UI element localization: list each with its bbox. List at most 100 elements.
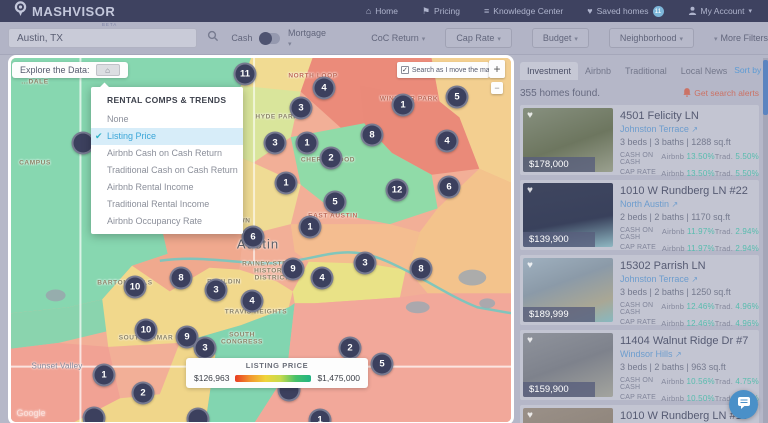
account-icon xyxy=(688,6,697,17)
dropdown-item-airbnb-rental-income[interactable]: Airbnb Rental Income xyxy=(91,179,243,196)
map-cluster-marker[interactable]: 1 xyxy=(275,172,298,195)
filter-label: More Filters xyxy=(720,33,768,43)
map-panel[interactable]: ...DALENORTH LOOPWINDSOR PARKHYDE PARKCA… xyxy=(8,55,514,423)
neighborhood-link[interactable]: Johnston Terrace ↗ xyxy=(620,274,759,284)
map-cluster-marker[interactable]: 2 xyxy=(320,147,343,170)
filter-neighborhood[interactable]: Neighborhood▾ xyxy=(609,28,694,48)
dropdown-item-none[interactable]: None xyxy=(91,111,243,128)
neighborhood-link[interactable]: North Austin ↗ xyxy=(620,199,759,209)
chat-bubble-button[interactable] xyxy=(729,390,758,419)
results-count: 355 homes found. xyxy=(520,88,600,99)
sidebar-scrollbar[interactable] xyxy=(763,58,768,423)
favorite-heart-icon[interactable]: ♥ xyxy=(527,185,533,196)
map-cluster-marker[interactable]: 3 xyxy=(194,337,217,360)
dropdown-item-listing-price[interactable]: ✔Listing Price xyxy=(91,128,243,145)
tab-local-news[interactable]: Local News xyxy=(674,62,735,80)
dropdown-item-traditional-cash-on-cash-return[interactable]: Traditional Cash on Cash Return xyxy=(91,162,243,179)
neighborhood-link[interactable]: Windsor Hills ↗ xyxy=(620,349,759,359)
nav-item-knowledge-center[interactable]: ≡Knowledge Center xyxy=(484,6,563,16)
nav-item-pricing[interactable]: ⚑Pricing xyxy=(422,6,460,17)
nav-item-home[interactable]: ⌂Home xyxy=(366,6,398,16)
dropdown-item-airbnb-cash-on-cash-return[interactable]: Airbnb Cash on Cash Return xyxy=(91,145,243,162)
map-cluster-marker[interactable]: 10 xyxy=(124,276,147,299)
map-cluster-marker[interactable] xyxy=(187,408,210,423)
nav-item-my-account[interactable]: My Account▾ xyxy=(688,6,752,17)
favorite-heart-icon[interactable]: ♥ xyxy=(527,110,533,121)
map-cluster-marker[interactable]: 2 xyxy=(339,337,362,360)
location-search-input[interactable] xyxy=(8,28,197,48)
map-cluster-marker[interactable]: 1 xyxy=(296,132,319,155)
property-address[interactable]: 11404 Walnut Ridge Dr #7 xyxy=(620,335,759,347)
cash-label[interactable]: Cash xyxy=(231,33,252,43)
map-cluster-marker[interactable]: 4 xyxy=(436,130,459,153)
traditional-stat: Trad. 2.94% xyxy=(715,244,759,253)
map-cluster-marker[interactable]: 5 xyxy=(371,353,394,376)
dropdown-item-label: Airbnb Cash on Cash Return xyxy=(107,148,222,158)
tab-airbnb[interactable]: Airbnb xyxy=(578,62,618,80)
map-cluster-marker[interactable]: 6 xyxy=(242,226,265,249)
cash-mortgage-toggle[interactable] xyxy=(260,33,280,44)
dropdown-item-traditional-rental-income[interactable]: Traditional Rental Income xyxy=(91,196,243,213)
map-cluster-marker[interactable]: 3 xyxy=(264,132,287,155)
map-cluster-marker[interactable] xyxy=(83,407,106,423)
property-card[interactable]: ♥$189,999 15302 Parrish LN Johnston Terrac… xyxy=(520,255,759,325)
search-icon[interactable] xyxy=(207,29,219,47)
map-cluster-marker[interactable]: 1 xyxy=(93,364,116,387)
map-cluster-marker[interactable]: 8 xyxy=(170,267,193,290)
property-card[interactable]: ♥$139,9001010 W Rundberg LN #22North Aus… xyxy=(520,180,759,250)
external-link-icon: ↗ xyxy=(691,125,698,134)
map-cluster-marker[interactable]: 2 xyxy=(132,382,155,405)
map-cluster-marker[interactable]: 12 xyxy=(386,179,409,202)
filter-cap-rate[interactable]: Cap Rate▾ xyxy=(445,28,512,48)
favorite-heart-icon[interactable]: ♥ xyxy=(527,335,533,346)
neighborhood-link[interactable]: Johnston Terrace ↗ xyxy=(620,124,759,134)
map-cluster-marker[interactable]: 1 xyxy=(299,216,322,239)
scrollbar-thumb[interactable] xyxy=(763,60,768,115)
property-address[interactable]: 15302 Parrish LN xyxy=(620,260,759,272)
map-cluster-marker[interactable]: 3 xyxy=(205,279,228,302)
nav-item-label: My Account xyxy=(701,6,745,16)
property-card[interactable]: ♥$178,0004501 Felicity LNJohnston Terrac… xyxy=(520,105,759,175)
map-cluster-marker[interactable]: 8 xyxy=(361,124,384,147)
map-cluster-marker[interactable]: 8 xyxy=(410,258,433,281)
zoom-out-button[interactable]: − xyxy=(491,82,503,94)
property-address[interactable]: 1010 W Rundberg LN #22 xyxy=(620,185,759,197)
traditional-stat-value: 4.96% xyxy=(735,319,759,328)
map-cluster-marker[interactable]: 3 xyxy=(290,97,313,120)
tab-investment[interactable]: Investment xyxy=(520,62,578,80)
map-cluster-marker[interactable]: 1 xyxy=(392,94,415,117)
chevron-down-icon: ▾ xyxy=(714,36,718,43)
airbnb-stat: Airbnb 11.97% xyxy=(662,244,715,253)
map-cluster-marker[interactable]: 6 xyxy=(438,176,461,199)
property-photo: ♥$189,999 xyxy=(523,258,613,322)
map-cluster-marker[interactable]: 4 xyxy=(241,290,264,313)
map-cluster-marker[interactable]: 4 xyxy=(313,77,336,100)
map-cluster-marker[interactable]: 4 xyxy=(311,267,334,290)
nav-item-label: Pricing xyxy=(434,6,460,16)
map-cluster-marker[interactable]: 3 xyxy=(354,252,377,275)
nav-item-saved-homes[interactable]: ♥Saved homes11 xyxy=(587,6,663,17)
tab-traditional[interactable]: Traditional xyxy=(618,62,674,80)
map-cluster-marker[interactable]: 9 xyxy=(282,258,305,281)
favorite-heart-icon[interactable]: ♥ xyxy=(527,260,533,271)
filter-more-filters[interactable]: ▾More Filters xyxy=(714,33,768,43)
traditional-stat-value: 5.50% xyxy=(735,169,759,178)
filter-budget[interactable]: Budget▾ xyxy=(532,28,589,48)
property-card[interactable]: ♥1010 W Rundberg LN #18North Austin ↗ xyxy=(520,405,759,423)
search-as-move-checkbox[interactable]: ✓ xyxy=(401,66,409,74)
zoom-in-button[interactable]: + xyxy=(489,60,505,78)
mortgage-label[interactable]: Mortgage ▾ xyxy=(288,28,327,48)
map-cluster-marker[interactable]: 11 xyxy=(234,63,257,86)
favorite-heart-icon[interactable]: ♥ xyxy=(527,410,533,421)
property-stats: CASH ON CASHAirbnb 13.50%Trad. 5.50%CAP … xyxy=(620,152,759,178)
map-cluster-marker[interactable]: 5 xyxy=(324,191,347,214)
property-address[interactable]: 4501 Felicity LN xyxy=(620,110,759,122)
explore-home-button[interactable]: ⌂ xyxy=(96,64,120,76)
property-card[interactable]: ♥$159,90011404 Walnut Ridge Dr #7Windsor… xyxy=(520,330,759,400)
get-search-alerts-button[interactable]: Get search alerts xyxy=(683,88,759,99)
map-cluster-marker[interactable]: 5 xyxy=(446,86,469,109)
map-cluster-marker[interactable]: 10 xyxy=(135,319,158,342)
filter-coc-return[interactable]: CoC Return▾ xyxy=(371,33,425,43)
brand-logo[interactable]: MASHVISOR BETA xyxy=(14,1,115,22)
dropdown-item-airbnb-occupancy-rate[interactable]: Airbnb Occupancy Rate xyxy=(91,213,243,230)
